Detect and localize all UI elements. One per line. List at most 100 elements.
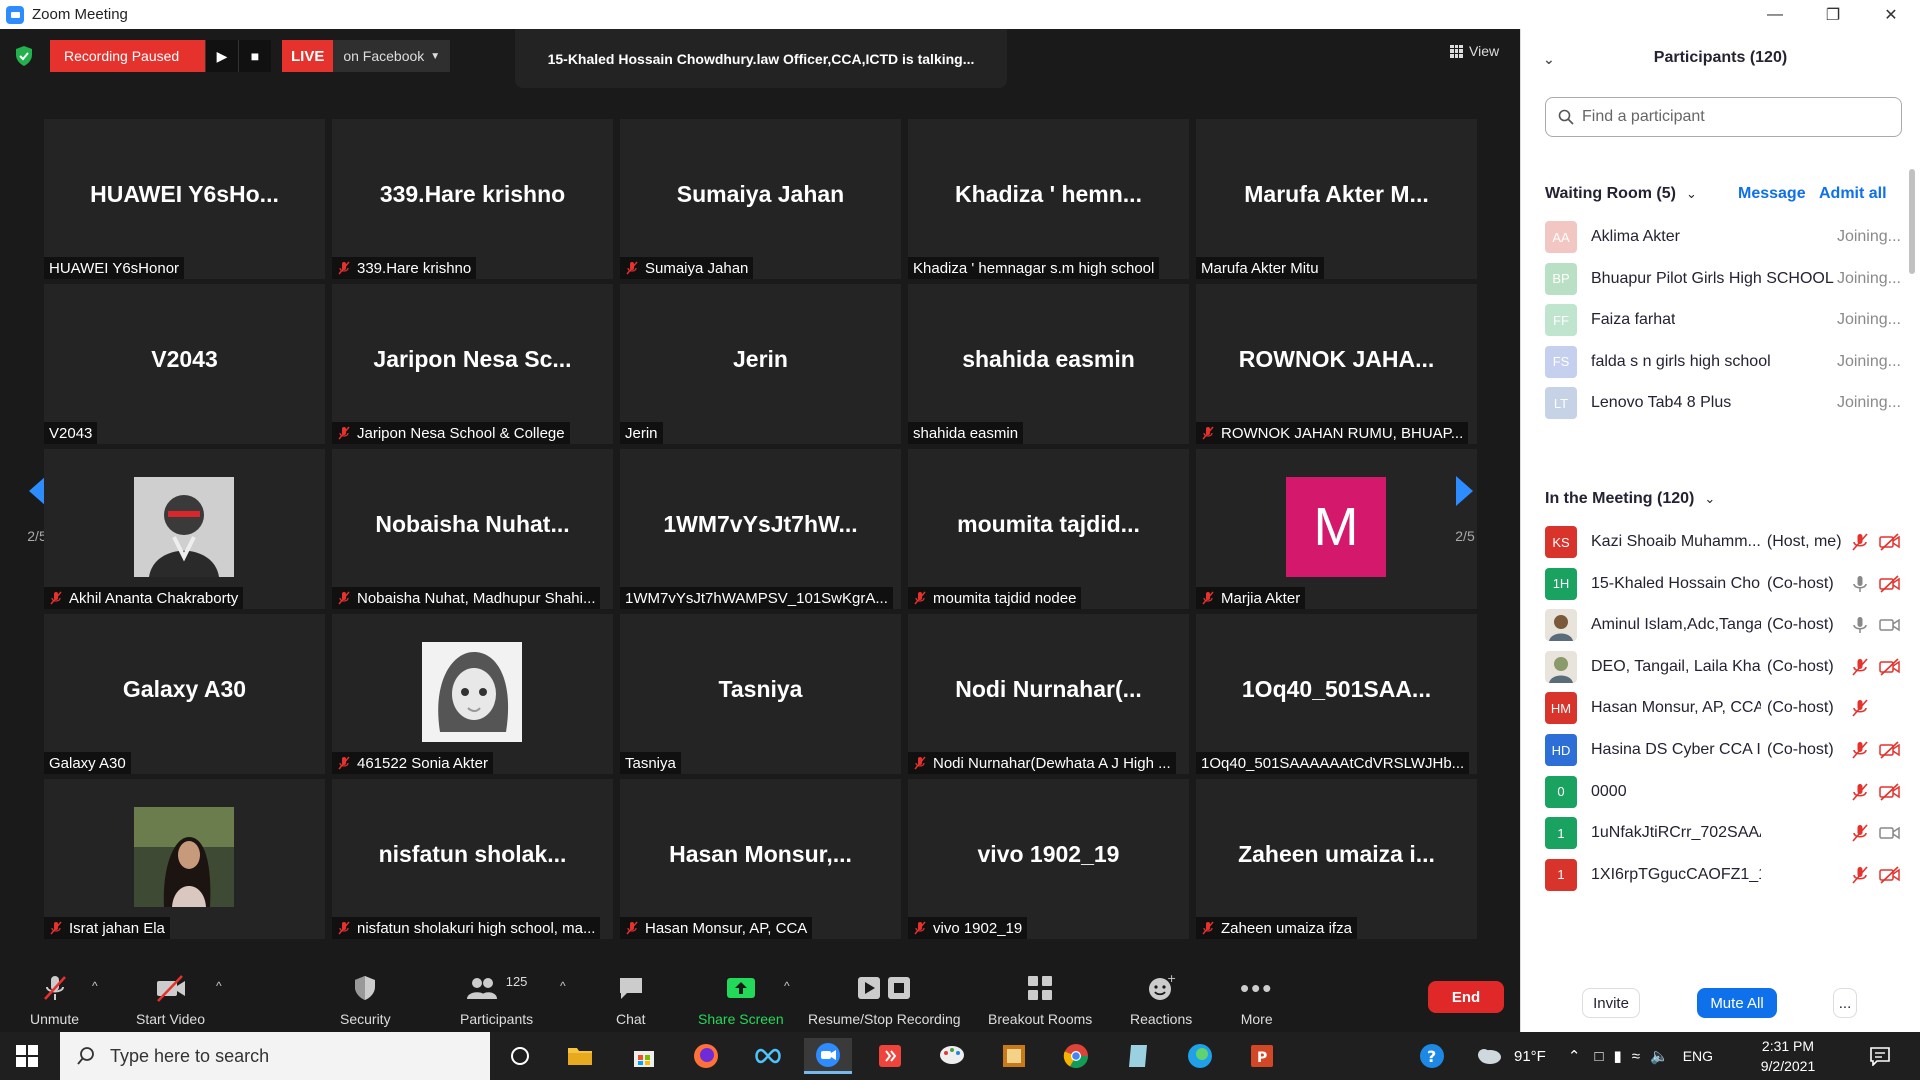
mute-all-button[interactable]: Mute All (1697, 988, 1777, 1018)
restore-icon[interactable]: ❐ (1804, 0, 1862, 29)
network-icon[interactable]: □ (1594, 1048, 1603, 1065)
participants-button[interactable]: 125 Participants (460, 973, 533, 1028)
video-camera-off-icon[interactable] (1879, 658, 1901, 676)
language-indicator[interactable]: ENG (1683, 1048, 1713, 1064)
participant-video-tile[interactable]: Nodi Nurnahar(... Nodi Nurnahar(Dewhata A… (908, 614, 1189, 774)
participant-video-tile[interactable]: Akhil Ananta Chakraborty (44, 449, 325, 609)
participant-video-tile[interactable]: moumita tajdid... moumita tajdid nodee (908, 449, 1189, 609)
in-meeting-header[interactable]: In the Meeting (120) ⌄ (1545, 484, 1905, 514)
video-camera-off-icon[interactable] (1879, 575, 1901, 593)
participant-video-tile[interactable]: Marufa Akter M... Marufa Akter Mitu (1196, 119, 1477, 279)
video-camera-off-icon[interactable] (1879, 533, 1901, 551)
unmute-button[interactable]: Unmute (30, 973, 79, 1027)
in-meeting-participant[interactable]: 1 1XI6rpTGgucCAOFZ1_101SAAAA... (1545, 858, 1901, 892)
waiting-room-header[interactable]: Waiting Room (5) ⌄ Message Admit all (1545, 179, 1905, 209)
chrome-icon[interactable] (1052, 1038, 1100, 1074)
photo-app-icon[interactable] (990, 1038, 1038, 1074)
participant-video-tile[interactable]: Sumaiya Jahan Sumaiya Jahan (620, 119, 901, 279)
admit-all-link[interactable]: Admit all (1819, 185, 1887, 203)
in-meeting-participant[interactable]: 0 0000 (1545, 775, 1901, 809)
waiting-room-item[interactable]: AA Aklima Akter Joining... (1545, 220, 1901, 254)
microphone-icon[interactable] (1851, 616, 1869, 634)
volume-icon[interactable]: 🔈 (1650, 1047, 1669, 1065)
wifi-icon[interactable]: ≈ (1632, 1048, 1640, 1065)
windows-start-icon[interactable] (16, 1045, 38, 1067)
minimize-icon[interactable]: — (1746, 0, 1804, 29)
waiting-room-item[interactable]: FS falda s n girls high school Joining... (1545, 345, 1901, 379)
in-meeting-participant[interactable]: Aminul Islam,Adc,Tangail (Co-host) (1545, 608, 1901, 642)
edge-icon[interactable] (1176, 1038, 1224, 1074)
participant-video-tile[interactable]: 1Oq40_501SAA... 1Oq40_501SAAAAAAtCdVRSLWJ… (1196, 614, 1477, 774)
zoom-taskbar-icon[interactable] (804, 1038, 852, 1074)
chat-button[interactable]: Chat (616, 973, 646, 1027)
resume-stop-recording-button[interactable]: Resume/Stop Recording (808, 973, 961, 1027)
participant-video-tile[interactable]: 461522 Sonia Akter (332, 614, 613, 774)
share-screen-button[interactable]: Share Screen (698, 973, 784, 1027)
participant-video-tile[interactable]: shahida easmin shahida easmin (908, 284, 1189, 444)
share-options-chevron-icon[interactable]: ^ (784, 979, 790, 993)
task-view-icon[interactable] (496, 1038, 544, 1074)
participant-video-tile[interactable]: Hasan Monsur,... Hasan Monsur, AP, CCA (620, 779, 901, 939)
battery-icon[interactable]: ▮ (1614, 1047, 1622, 1065)
participant-video-tile[interactable]: V2043 V2043 (44, 284, 325, 444)
video-camera-icon[interactable] (1879, 824, 1901, 842)
participant-video-tile[interactable]: 339.Hare krishno 339.Hare krishno (332, 119, 613, 279)
microphone-muted-icon[interactable] (1851, 699, 1869, 717)
more-button[interactable]: ••• More (1240, 973, 1273, 1028)
start-video-button[interactable]: Start Video (136, 973, 205, 1027)
stop-recording-button[interactable]: ■ (238, 40, 271, 72)
participant-video-tile[interactable]: nisfatun sholak... nisfatun sholakuri hig… (332, 779, 613, 939)
microphone-icon[interactable] (1851, 575, 1869, 593)
weather-cloud-icon[interactable] (1474, 1045, 1504, 1067)
close-icon[interactable]: ✕ (1862, 0, 1920, 29)
participant-video-tile[interactable]: M Marjia Akter (1196, 449, 1477, 609)
audio-options-chevron-icon[interactable]: ^ (92, 979, 98, 993)
weather-temperature[interactable]: 91°F (1514, 1048, 1546, 1065)
in-meeting-participant[interactable]: HM Hasan Monsur, AP, CCA (Co-host) (1545, 691, 1901, 725)
reactions-button[interactable]: + Reactions (1130, 973, 1192, 1027)
in-meeting-participant[interactable]: 1 1uNfakJtiRCrr_702SAAAAABZES... (1545, 816, 1901, 850)
waiting-room-item[interactable]: FF Faiza farhat Joining... (1545, 303, 1901, 337)
live-stream-controls[interactable]: LIVE on Facebook ▼ (282, 40, 451, 72)
video-camera-off-icon[interactable] (1879, 741, 1901, 759)
in-meeting-participant[interactable]: KS Kazi Shoaib Muhamm... (Host, me) (1545, 525, 1901, 559)
participants-options-chevron-icon[interactable]: ^ (560, 979, 566, 993)
scrollbar-thumb[interactable] (1909, 169, 1915, 274)
powerpoint-icon[interactable]: P (1238, 1038, 1286, 1074)
message-waiting-room-link[interactable]: Message (1738, 185, 1806, 203)
live-target-dropdown[interactable]: on Facebook ▼ (333, 40, 451, 72)
microphone-muted-icon[interactable] (1851, 783, 1869, 801)
in-meeting-participant[interactable]: DEO, Tangail, Laila Kha... (Co-host) (1545, 650, 1901, 684)
participants-scrollbar[interactable] (1908, 149, 1916, 994)
end-meeting-button[interactable]: End (1428, 981, 1504, 1013)
waiting-room-item[interactable]: BP Bhuapur Pilot Girls High SCHOOL Joining… (1545, 262, 1901, 296)
taskbar-search-box[interactable]: Type here to search (60, 1032, 490, 1080)
infinity-app-icon[interactable] (744, 1038, 792, 1074)
participant-video-tile[interactable]: Israt jahan Ela (44, 779, 325, 939)
encryption-shield-icon[interactable] (14, 45, 34, 67)
video-camera-off-icon[interactable] (1879, 866, 1901, 884)
participant-video-tile[interactable]: vivo 1902_19 vivo 1902_19 (908, 779, 1189, 939)
notes-app-icon[interactable] (1114, 1038, 1162, 1074)
in-meeting-participant[interactable]: 1H 15-Khaled Hossain Cho... (Co-host) (1545, 567, 1901, 601)
participant-video-tile[interactable]: HUAWEI Y6sHo... HUAWEI Y6sHonor (44, 119, 325, 279)
participant-video-tile[interactable]: Zaheen umaiza i... Zaheen umaiza ifza (1196, 779, 1477, 939)
participant-video-tile[interactable]: Nobaisha Nuhat... Nobaisha Nuhat, Madhupu… (332, 449, 613, 609)
invite-button[interactable]: Invite (1582, 988, 1640, 1018)
participant-video-tile[interactable]: Tasniya Tasniya (620, 614, 901, 774)
security-button[interactable]: Security (340, 973, 391, 1027)
more-options-button[interactable]: ... (1833, 988, 1857, 1018)
microphone-muted-icon[interactable] (1851, 741, 1869, 759)
microphone-muted-icon[interactable] (1851, 824, 1869, 842)
view-button[interactable]: View (1450, 43, 1499, 59)
collapse-panel-chevron-icon[interactable]: ⌄ (1543, 51, 1555, 68)
help-icon[interactable]: ? (1418, 1042, 1446, 1070)
microphone-muted-icon[interactable] (1851, 866, 1869, 884)
chevron-up-icon[interactable]: ⌃ (1568, 1047, 1581, 1065)
participant-video-tile[interactable]: ROWNOK JAHA... ROWNOK JAHAN RUMU, BHUAP..… (1196, 284, 1477, 444)
participant-video-tile[interactable]: Jerin Jerin (620, 284, 901, 444)
breakout-rooms-button[interactable]: Breakout Rooms (988, 973, 1092, 1027)
firefox-icon[interactable] (682, 1038, 730, 1074)
resume-recording-button[interactable]: ▶ (205, 40, 238, 72)
participant-search-input[interactable] (1582, 108, 1882, 126)
